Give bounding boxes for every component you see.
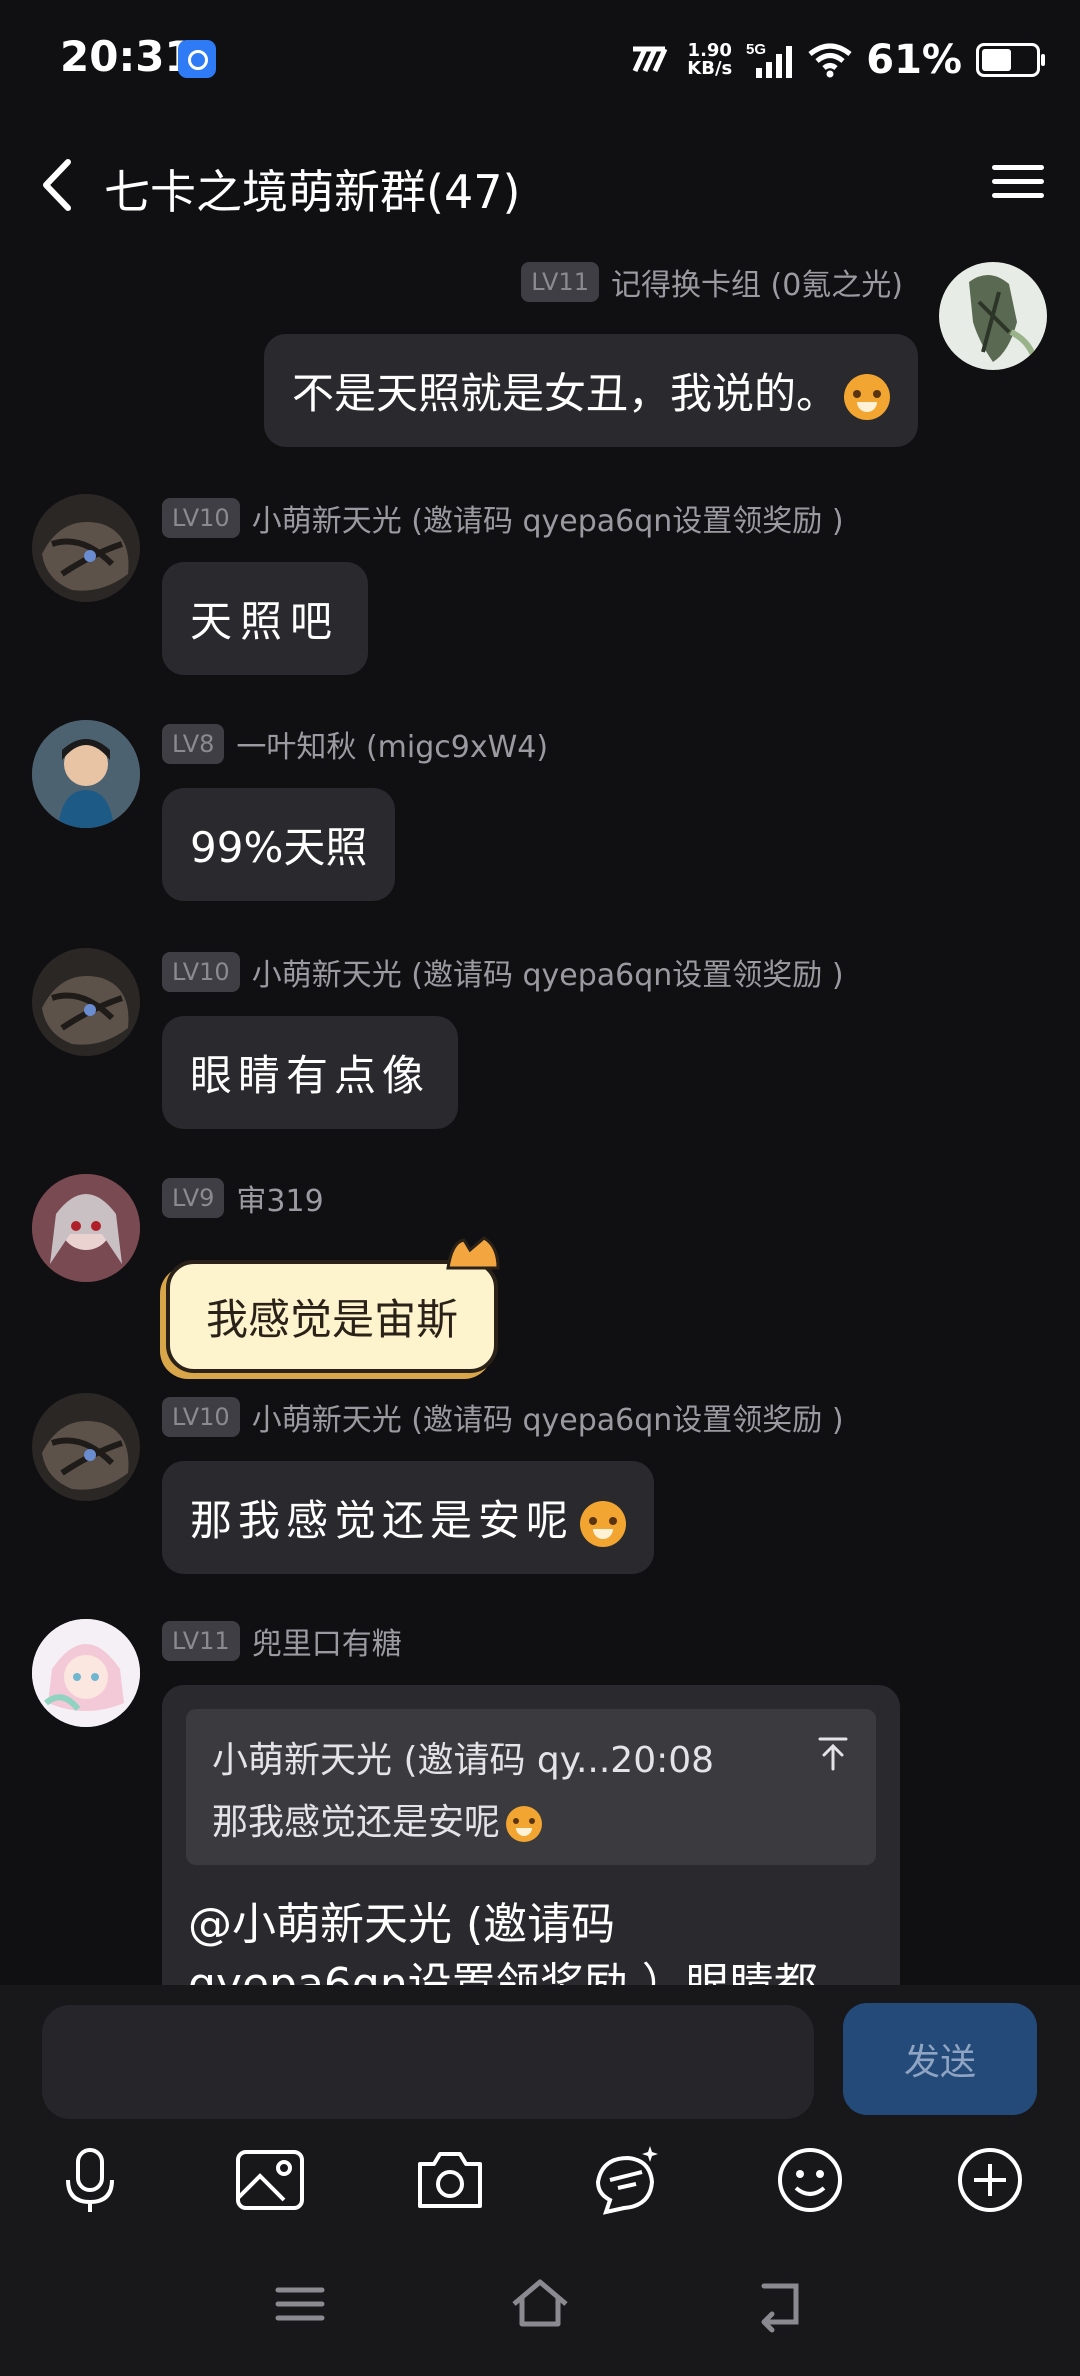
message-text: 不是天照就是女丑，我说的。 (291, 369, 838, 418)
message-bubble[interactable]: 天照吧 (162, 562, 369, 675)
image-icon[interactable] (232, 2142, 308, 2218)
level-badge: LV9 (162, 1178, 225, 1218)
group-title: 七卡之境萌新群(47) (104, 165, 521, 219)
level-badge: LV10 (162, 952, 240, 992)
input-toolbar (0, 2130, 1080, 2230)
send-button[interactable]: 发送 (843, 2003, 1037, 2115)
wifi-icon (808, 43, 852, 78)
message-text: 天照吧 (190, 597, 341, 646)
back-arrow-icon[interactable] (30, 150, 90, 220)
sender-name[interactable]: 小萌新天光 (邀请码 qyepa6qn设置领奖励 ) (252, 496, 844, 540)
message-bubble[interactable]: 99%天照 (162, 788, 396, 901)
avatar[interactable] (939, 262, 1047, 370)
microphone-icon[interactable] (52, 2142, 128, 2218)
app-notification-icon (178, 40, 216, 78)
shiba-emoji-icon (580, 1500, 627, 1547)
back-icon[interactable] (748, 2274, 812, 2334)
level-badge: LV11 (162, 1621, 240, 1661)
reply-message-bubble[interactable]: 小萌新天光 (邀请码 qy...20:08 那我感觉还是安呢 @小萌新天光 (邀… (162, 1685, 900, 1985)
level-badge: LV8 (162, 724, 225, 764)
add-icon[interactable] (952, 2142, 1028, 2218)
recent-apps-icon[interactable] (268, 2274, 332, 2334)
chat-message-list[interactable]: LV11 记得换卡组 (0氪之光) 不是天照就是女丑，我说的。 LV10 小萌新… (0, 250, 1080, 1985)
quoted-message[interactable]: 小萌新天光 (邀请码 qy...20:08 那我感觉还是安呢 (186, 1709, 876, 1865)
sender-name[interactable]: 小萌新天光 (邀请码 qyepa6qn设置领奖励 ) (252, 1395, 844, 1439)
status-bar: 20:31 1.90 KB/s 5G 61% (0, 0, 1080, 120)
ai-assistant-icon[interactable] (588, 2142, 664, 2218)
sender-meta: LV8 一叶知秋 (migc9xW4) (162, 722, 548, 766)
message-bubble[interactable]: 不是天照就是女丑，我说的。 (263, 334, 918, 447)
battery-icon (976, 43, 1045, 77)
camera-icon[interactable] (412, 2142, 488, 2218)
decorated-message-bubble[interactable]: 我感觉是宙斯 (166, 1260, 499, 1373)
message-input-bar: 发送 (0, 1985, 1080, 2130)
sender-name[interactable]: 一叶知秋 (migc9xW4) (236, 722, 548, 766)
status-icons: 1.90 KB/s 5G 61% (629, 32, 1045, 88)
svg-text:5G: 5G (746, 41, 766, 58)
message-bubble[interactable]: 眼睛有点像 (162, 1016, 459, 1129)
level-badge: LV10 (162, 498, 240, 538)
shiba-emoji-icon (506, 1806, 543, 1842)
sender-meta: LV10 小萌新天光 (邀请码 qyepa6qn设置领奖励 ) (162, 950, 844, 994)
network-speed: 1.90 KB/s (687, 40, 733, 79)
quoted-text: 那我感觉还是安呢 (212, 1793, 543, 1845)
sender-meta: LV10 小萌新天光 (邀请码 qyepa6qn设置领奖励 ) (162, 1395, 844, 1439)
chat-header: 七卡之境萌新群(47) (0, 120, 1080, 250)
message-text: 眼睛有点像 (190, 1051, 431, 1100)
avatar[interactable] (32, 948, 140, 1056)
sender-meta: LV11 记得换卡组 (0氪之光) (521, 260, 903, 304)
sender-meta: LV10 小萌新天光 (邀请码 qyepa6qn设置领奖励 ) (162, 496, 844, 540)
signal-icon: 5G (746, 41, 793, 78)
shiba-emoji-icon (844, 373, 890, 420)
message-input[interactable] (42, 2005, 814, 2119)
nfc-icon (633, 46, 668, 73)
sender-name[interactable]: 记得换卡组 (0氪之光) (611, 260, 903, 304)
cat-decoration-icon (446, 1236, 500, 1270)
jump-to-quote-icon[interactable] (816, 1735, 850, 1773)
sender-meta: LV11 兜里口有糖 (162, 1619, 402, 1663)
avatar[interactable] (32, 1393, 140, 1501)
message-text: 99%天照 (190, 823, 368, 872)
avatar[interactable] (32, 1619, 140, 1727)
level-badge: LV11 (521, 262, 599, 302)
sender-meta: LV9 审319 (162, 1176, 324, 1220)
avatar[interactable] (32, 494, 140, 602)
avatar[interactable] (32, 720, 140, 828)
clock: 20:31 (60, 32, 194, 81)
message-bubble[interactable]: 那我感觉还是安呢 (162, 1461, 655, 1574)
quoted-sender-time: 小萌新天光 (邀请码 qy...20:08 (212, 1740, 715, 1781)
message-text: @小萌新天光 (邀请码 qyepa6qn设置领奖励 ）眼睛都像 (188, 1899, 818, 1985)
battery-percent: 61% (866, 37, 962, 83)
home-icon[interactable] (508, 2274, 572, 2334)
system-nav-bar (0, 2230, 1080, 2376)
avatar[interactable] (32, 1174, 140, 1282)
message-text: 那我感觉还是安呢 (190, 1496, 575, 1545)
level-badge: LV10 (162, 1397, 240, 1437)
emoji-icon[interactable] (772, 2142, 848, 2218)
menu-icon[interactable] (986, 156, 1050, 212)
sender-name[interactable]: 审319 (236, 1176, 323, 1220)
message-text: 我感觉是宙斯 (206, 1295, 459, 1344)
sender-name[interactable]: 兜里口有糖 (252, 1619, 402, 1663)
sender-name[interactable]: 小萌新天光 (邀请码 qyepa6qn设置领奖励 ) (252, 950, 844, 994)
